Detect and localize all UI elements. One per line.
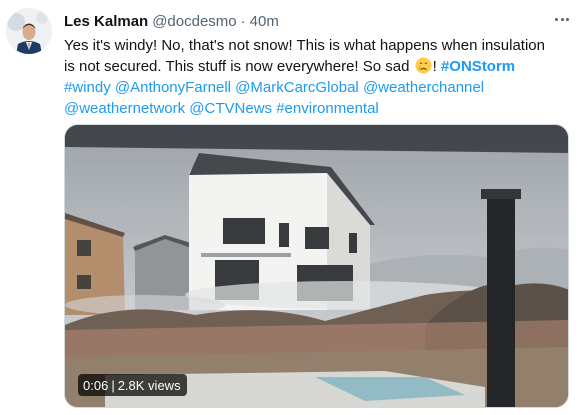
tweet-text-line: Yes it's windy! No, that's not snow! Thi… bbox=[64, 37, 545, 54]
video-stats-badge: 0:06 | 2.8K views bbox=[78, 374, 187, 396]
mention-markcarcglobal[interactable]: @MarkCarcGlobal bbox=[235, 79, 359, 96]
author-handle[interactable]: @docdesmo bbox=[152, 13, 236, 30]
tweet-timestamp[interactable]: 40m bbox=[250, 13, 279, 30]
more-horizontal-icon[interactable] bbox=[550, 9, 574, 29]
mention-weathernetwork[interactable]: @weathernetwork bbox=[64, 100, 185, 117]
tweet-text-line: @weathernetwork @CTVNews #environmental bbox=[64, 98, 564, 119]
video-player[interactable]: 0:06 | 2.8K views bbox=[64, 124, 569, 408]
video-badge-separator: | bbox=[111, 377, 115, 393]
video-duration: 0:06 bbox=[83, 377, 109, 393]
video-view-count: 2.8K views bbox=[117, 377, 181, 393]
hashtag-onstorm[interactable]: #ONStorm bbox=[441, 58, 515, 75]
tweet-text-line: is not secured. This stuff is now everyw… bbox=[64, 56, 564, 77]
mention-weatherchannel[interactable]: @weatherchannel bbox=[363, 79, 484, 96]
crying-face-icon bbox=[415, 57, 432, 74]
tweet-header: Les Kalman @docdesmo · 40m bbox=[64, 11, 279, 31]
video-thumbnail bbox=[65, 125, 568, 407]
header-separator: · bbox=[240, 12, 246, 30]
avatar[interactable] bbox=[6, 8, 52, 54]
avatar-photo bbox=[6, 8, 52, 54]
tweet-text-segment: ! bbox=[432, 58, 437, 75]
hashtag-windy[interactable]: #windy bbox=[64, 79, 111, 96]
tweet-text-line: #windy @AnthonyFarnell @MarkCarcGlobal @… bbox=[64, 77, 564, 98]
tweet-text-segment: is not secured. This stuff is now everyw… bbox=[64, 58, 410, 75]
mention-anthonyfarnell[interactable]: @AnthonyFarnell bbox=[115, 79, 231, 96]
tweet-text: Yes it's windy! No, that's not snow! Thi… bbox=[64, 35, 564, 119]
mention-ctvnews[interactable]: @CTVNews bbox=[189, 100, 272, 117]
author-name[interactable]: Les Kalman bbox=[64, 13, 148, 30]
hashtag-environmental[interactable]: #environmental bbox=[276, 100, 379, 117]
tweet: Les Kalman @docdesmo · 40m Yes it's wind… bbox=[0, 0, 585, 415]
